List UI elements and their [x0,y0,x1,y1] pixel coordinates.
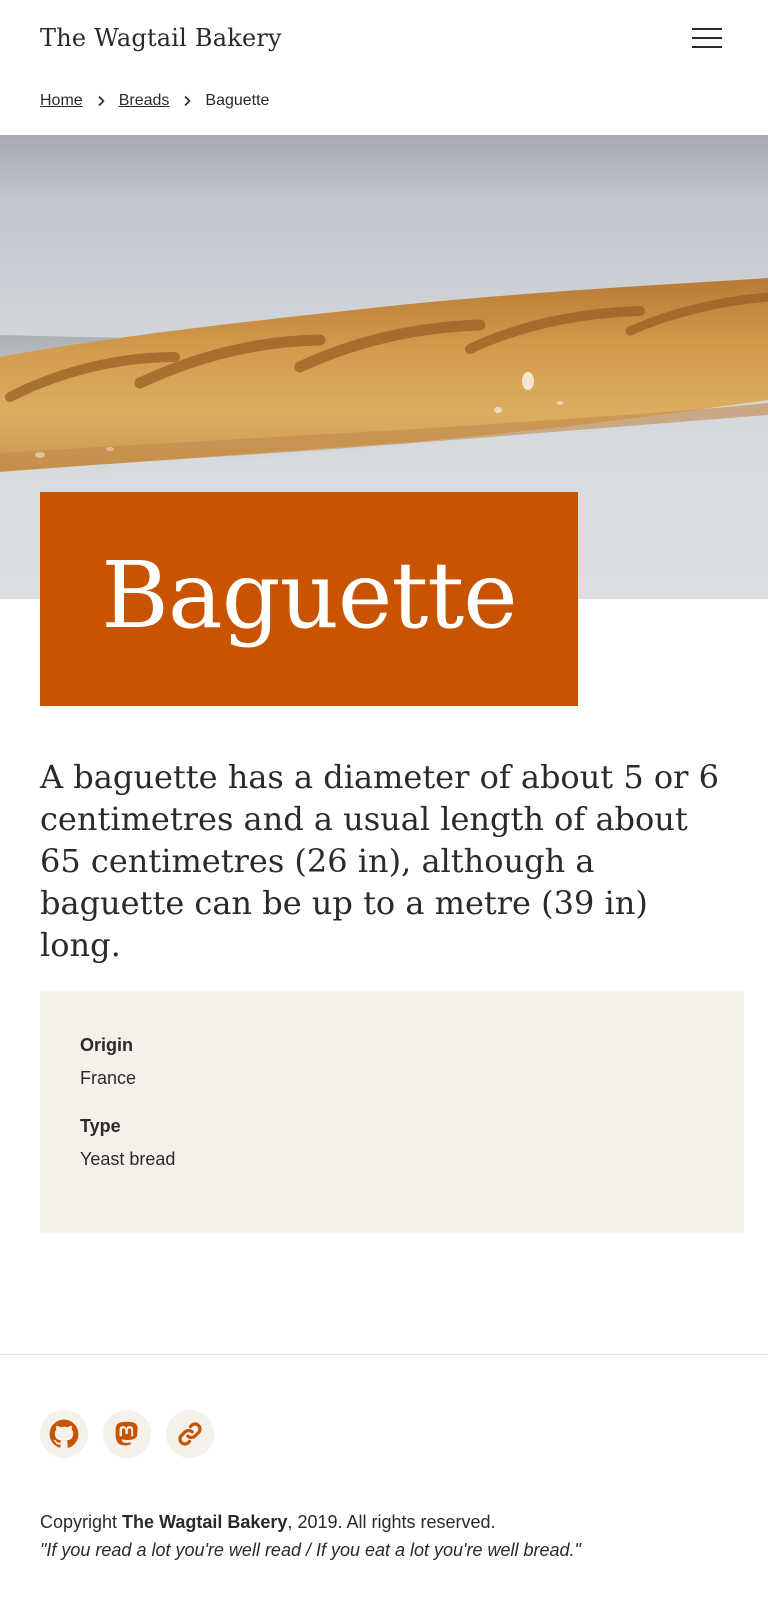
mastodon-icon [115,1421,138,1446]
hamburger-icon-line [692,37,722,39]
chevron-right-icon [83,92,119,110]
bread-facts-panel: Origin France Type Yeast bread [40,991,744,1233]
breadcrumb-home-link[interactable]: Home [40,92,83,110]
fact-label: Origin [80,1035,133,1055]
github-link[interactable] [40,1410,88,1458]
page-title: Baguette [101,541,517,649]
site-title-link[interactable]: The Wagtail Bakery [40,24,282,52]
footer-divider [0,1354,768,1355]
mastodon-link[interactable] [103,1410,151,1458]
copyright-text: Copyright The Wagtail Bakery, 2019. All … [40,1510,496,1534]
github-icon [49,1419,79,1448]
menu-button[interactable] [690,24,724,52]
fact-value: France [80,1068,137,1088]
copyright-prefix: Copyright [40,1512,123,1532]
copyright-suffix: , 2019. All rights reserved. [287,1512,496,1532]
website-link[interactable] [166,1410,214,1458]
page-intro: A baguette has a diameter of about 5 or … [40,758,719,964]
hamburger-icon-line [692,28,722,30]
fact-value: Yeast bread [80,1149,176,1169]
hamburger-icon-line [692,46,722,48]
fact-label: Type [80,1116,121,1136]
copyright-brand: The Wagtail Bakery [122,1512,288,1532]
link-icon [178,1422,202,1446]
breadcrumb: Home Breads Baguette [40,89,269,113]
breadcrumb-breads-link[interactable]: Breads [119,92,170,110]
breadcrumb-current: Baguette [205,92,270,109]
fact-type: Type Yeast bread [80,1114,704,1171]
chevron-right-icon [169,92,205,110]
footer-quote: "If you read a lot you're well read / If… [40,1540,581,1560]
site-header: The Wagtail Bakery [0,0,768,80]
page-title-box: Baguette [40,492,578,706]
fact-origin: Origin France [80,1033,704,1090]
social-links [40,1410,214,1458]
